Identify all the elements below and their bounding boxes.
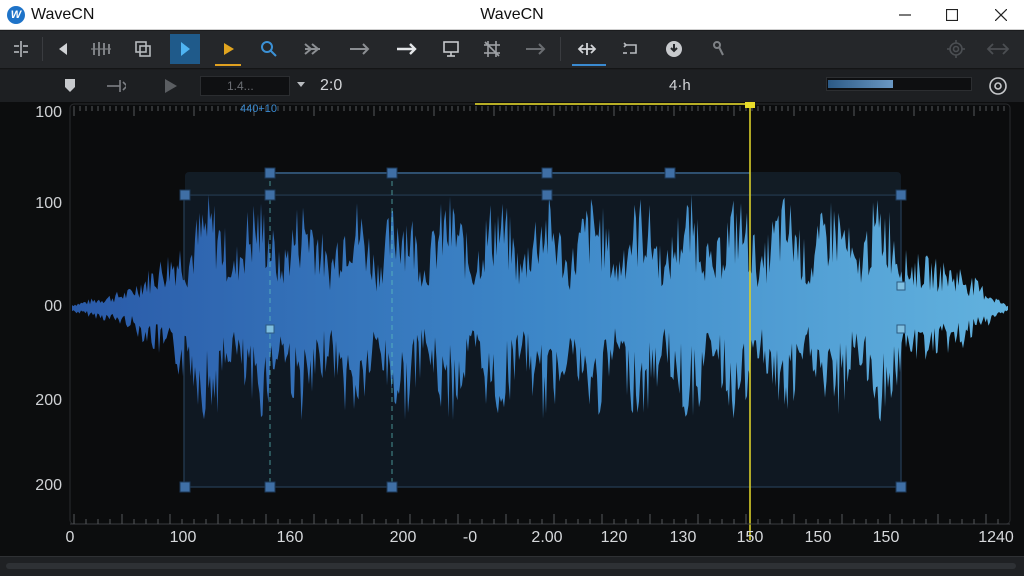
- bars-icon: [91, 42, 111, 56]
- level-meter: [826, 77, 972, 91]
- copy-icon: [135, 41, 151, 57]
- main-toolbar: [0, 31, 1024, 69]
- snap-icon: [14, 41, 28, 57]
- scrollbar-thumb[interactable]: [6, 563, 1016, 569]
- snap-button[interactable]: [6, 34, 36, 64]
- app-logo-icon: W: [7, 6, 25, 24]
- play-tool-icon: [224, 43, 234, 55]
- back-button[interactable]: [48, 34, 78, 64]
- expand-button[interactable]: [983, 34, 1013, 64]
- play-button[interactable]: [160, 76, 180, 96]
- arrow-right-dim-icon: [526, 43, 546, 55]
- split-button[interactable]: [572, 34, 606, 66]
- fast-forward-icon: [304, 43, 320, 55]
- play-tool-button[interactable]: [213, 34, 243, 66]
- fast-forward-button[interactable]: [298, 34, 328, 64]
- arrow-right-bold-button[interactable]: [392, 34, 422, 64]
- position-field[interactable]: 1.4...: [200, 76, 290, 96]
- grid-icon: [484, 41, 500, 57]
- arrow-right-bold-icon: [397, 43, 417, 55]
- loop-icon: [623, 42, 637, 54]
- step-forward-button[interactable]: [106, 76, 126, 96]
- marker-button[interactable]: [60, 76, 80, 96]
- y-axis-label: 100: [35, 104, 62, 121]
- level-meter-fill: [828, 80, 893, 88]
- zoom-button[interactable]: [254, 34, 284, 64]
- toolbar-divider: [42, 37, 43, 61]
- grid-button[interactable]: [477, 34, 507, 64]
- maximize-button[interactable]: [929, 0, 975, 30]
- ruler-label: 440+10: [240, 103, 278, 115]
- maximize-icon: [946, 9, 958, 21]
- gear-button[interactable]: [941, 34, 971, 64]
- step-forward-icon: [107, 80, 126, 92]
- playhead-readout: 4·h: [669, 77, 691, 94]
- x-axis-label: 1240: [978, 529, 1014, 546]
- x-axis-label: 130: [669, 529, 697, 546]
- monitor-button[interactable]: [436, 34, 466, 64]
- playhead-handle[interactable]: [745, 102, 755, 108]
- zoom-value: 2:0: [320, 77, 343, 94]
- x-axis-label: 100: [169, 529, 197, 546]
- record-icon: [666, 41, 682, 57]
- app-window: W WaveCN WaveCN 1.4... 2:0 4·h 440+10 10…: [0, 0, 1024, 576]
- title-bar: W WaveCN WaveCN: [0, 0, 1024, 30]
- x-axis-label: 150: [804, 529, 832, 546]
- toolbar-divider: [560, 37, 561, 61]
- tool-icon: [713, 41, 724, 56]
- monitor-icon: [443, 41, 459, 57]
- arrow-right-dim-button[interactable]: [521, 34, 551, 64]
- zoom-icon: [261, 41, 277, 57]
- settings-button[interactable]: [988, 76, 1008, 96]
- x-axis-label: 120: [600, 529, 628, 546]
- close-icon: [995, 9, 1007, 21]
- horizontal-scrollbar[interactable]: [0, 556, 1024, 576]
- back-arrow-icon: [59, 43, 67, 55]
- x-axis-label: 160: [276, 529, 304, 546]
- expand-icon: [986, 43, 1010, 55]
- settings-icon: [989, 77, 1007, 95]
- x-axis-label: 150: [872, 529, 900, 546]
- y-axis-label: 100: [35, 195, 62, 212]
- x-axis-label: 200: [389, 529, 417, 546]
- close-button[interactable]: [978, 0, 1024, 30]
- record-button[interactable]: [659, 34, 689, 64]
- play-icon: [165, 79, 177, 93]
- select-tool-button[interactable]: [170, 34, 200, 64]
- arrow-right-button[interactable]: [345, 34, 375, 64]
- x-axis-label: 0: [65, 529, 75, 546]
- y-axis-label: 200: [35, 477, 62, 494]
- tool-button[interactable]: [704, 34, 734, 64]
- minimize-button[interactable]: [882, 0, 928, 30]
- waveform-editor[interactable]: [0, 102, 1024, 556]
- marker-icon: [65, 79, 75, 92]
- x-axis-label: 2.00: [531, 529, 563, 546]
- x-axis-label: 150: [736, 529, 764, 546]
- y-axis-label: 00: [44, 298, 62, 315]
- window-title: WaveCN: [480, 6, 544, 23]
- app-name: WaveCN: [31, 6, 95, 23]
- split-icon: [577, 43, 597, 55]
- bars-button[interactable]: [86, 34, 116, 64]
- x-axis-label: -0: [462, 529, 478, 546]
- waveform-canvas[interactable]: [0, 102, 1024, 556]
- gear-icon: [947, 40, 965, 58]
- loop-button[interactable]: [616, 34, 646, 64]
- position-value: 1.4...: [227, 79, 254, 93]
- y-axis-label: 200: [35, 392, 62, 409]
- copy-button[interactable]: [128, 34, 158, 64]
- position-dropdown-icon[interactable]: [297, 82, 305, 87]
- select-tool-icon: [181, 42, 190, 56]
- minimize-icon: [899, 14, 911, 16]
- arrow-right-icon: [350, 43, 370, 55]
